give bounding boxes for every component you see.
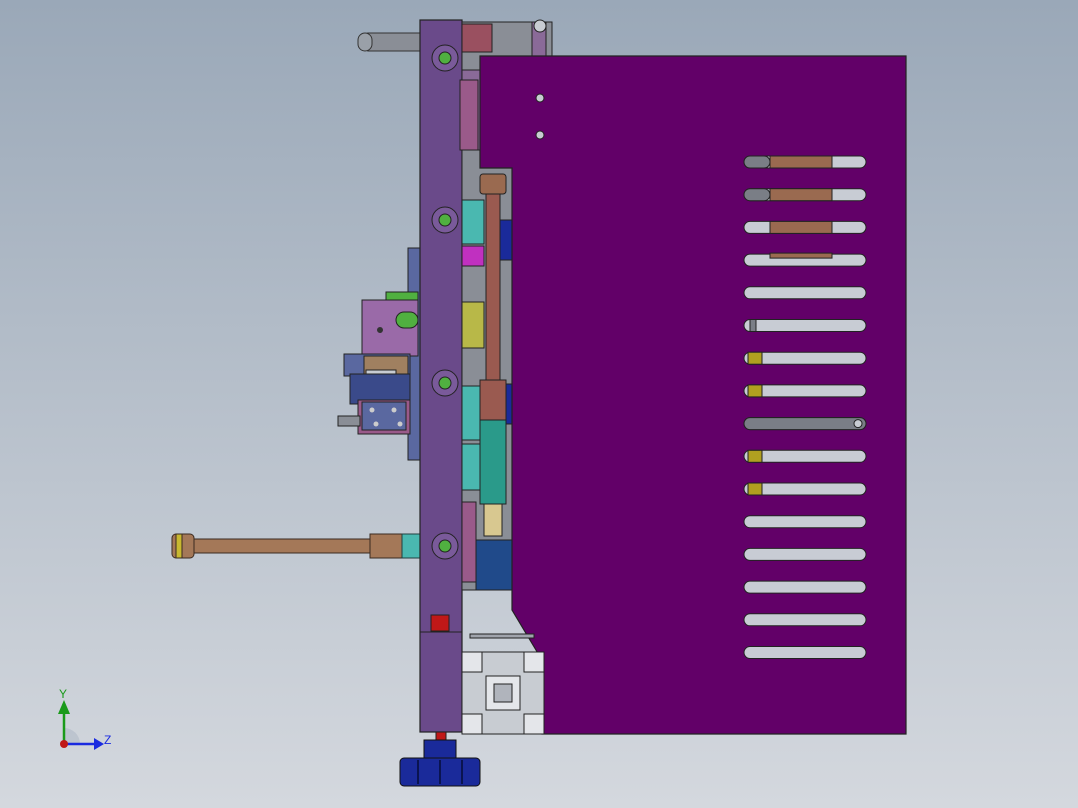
slot-insert [743,155,771,169]
panel-slot [743,515,867,529]
slot-insert [743,417,867,431]
bolt-icon [431,44,459,72]
slot-insert [747,482,763,496]
panel-hole [535,130,545,140]
slot-insert [747,351,763,365]
slot-insert [769,220,833,234]
cad-viewport[interactable]: Y Z [0,0,1078,808]
panel-slot [743,286,867,300]
top-left-pin[interactable] [357,32,423,52]
slot-insert [769,155,833,169]
z-axis-label: Z [104,733,111,747]
slot-insert [743,188,771,202]
slot-insert-end [853,419,863,429]
slot-insert [769,188,833,202]
red-indicator [430,614,450,632]
slot-insert [747,449,763,463]
bolt-icon [431,532,459,560]
panel-slot [743,547,867,561]
panel-slot [743,319,867,332]
bolt-icon [431,369,459,397]
cad-drawing: Y Z [0,0,1078,808]
panel-slot [743,646,867,659]
y-axis-label: Y [59,687,67,701]
slot-insert [769,252,833,259]
panel-slot [743,613,867,627]
slot-insert [749,319,757,332]
panel-hole [535,93,545,103]
panel-slot [743,580,867,594]
bolt-icon [431,206,459,234]
origin-dot [60,740,68,748]
slot-insert [747,384,763,398]
